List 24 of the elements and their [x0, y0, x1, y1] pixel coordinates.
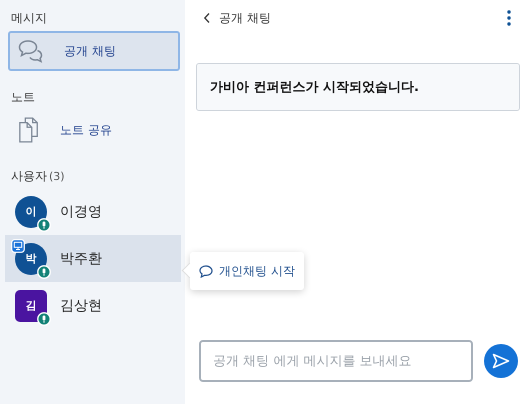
- microphone-icon: [37, 264, 51, 278]
- microphone-icon: [37, 312, 51, 326]
- speech-bubbles-icon: [18, 39, 44, 63]
- send-icon: [492, 353, 510, 369]
- user-avatar: 김: [15, 290, 47, 322]
- back-button[interactable]: 공개 채팅: [203, 10, 271, 26]
- message-input[interactable]: 공개 채팅 에게 메시지를 보내세요: [199, 340, 473, 382]
- nav-item[interactable]: 노트 공유: [8, 110, 180, 150]
- section-heading: 노트: [10, 89, 36, 106]
- user-row[interactable]: 김 김상현: [5, 282, 181, 329]
- chevron-left-icon: [203, 12, 211, 24]
- send-button[interactable]: [484, 344, 518, 378]
- nav-item[interactable]: 공개 채팅: [8, 31, 180, 71]
- user-row[interactable]: 박 박주환: [5, 235, 181, 282]
- microphone-icon: [37, 218, 51, 232]
- documents-icon: [18, 116, 40, 144]
- section-heading: 메시지: [10, 10, 48, 27]
- speech-bubble-icon: [199, 264, 213, 278]
- section-heading: 사용자: [11, 168, 47, 184]
- more-icon[interactable]: [507, 10, 511, 26]
- system-message: 가비아 컨퍼런스가 시작되었습니다.: [196, 63, 520, 111]
- user-row[interactable]: 이 이경영: [5, 188, 181, 235]
- user-count: (3): [49, 169, 65, 185]
- user-avatar: 이: [15, 196, 47, 228]
